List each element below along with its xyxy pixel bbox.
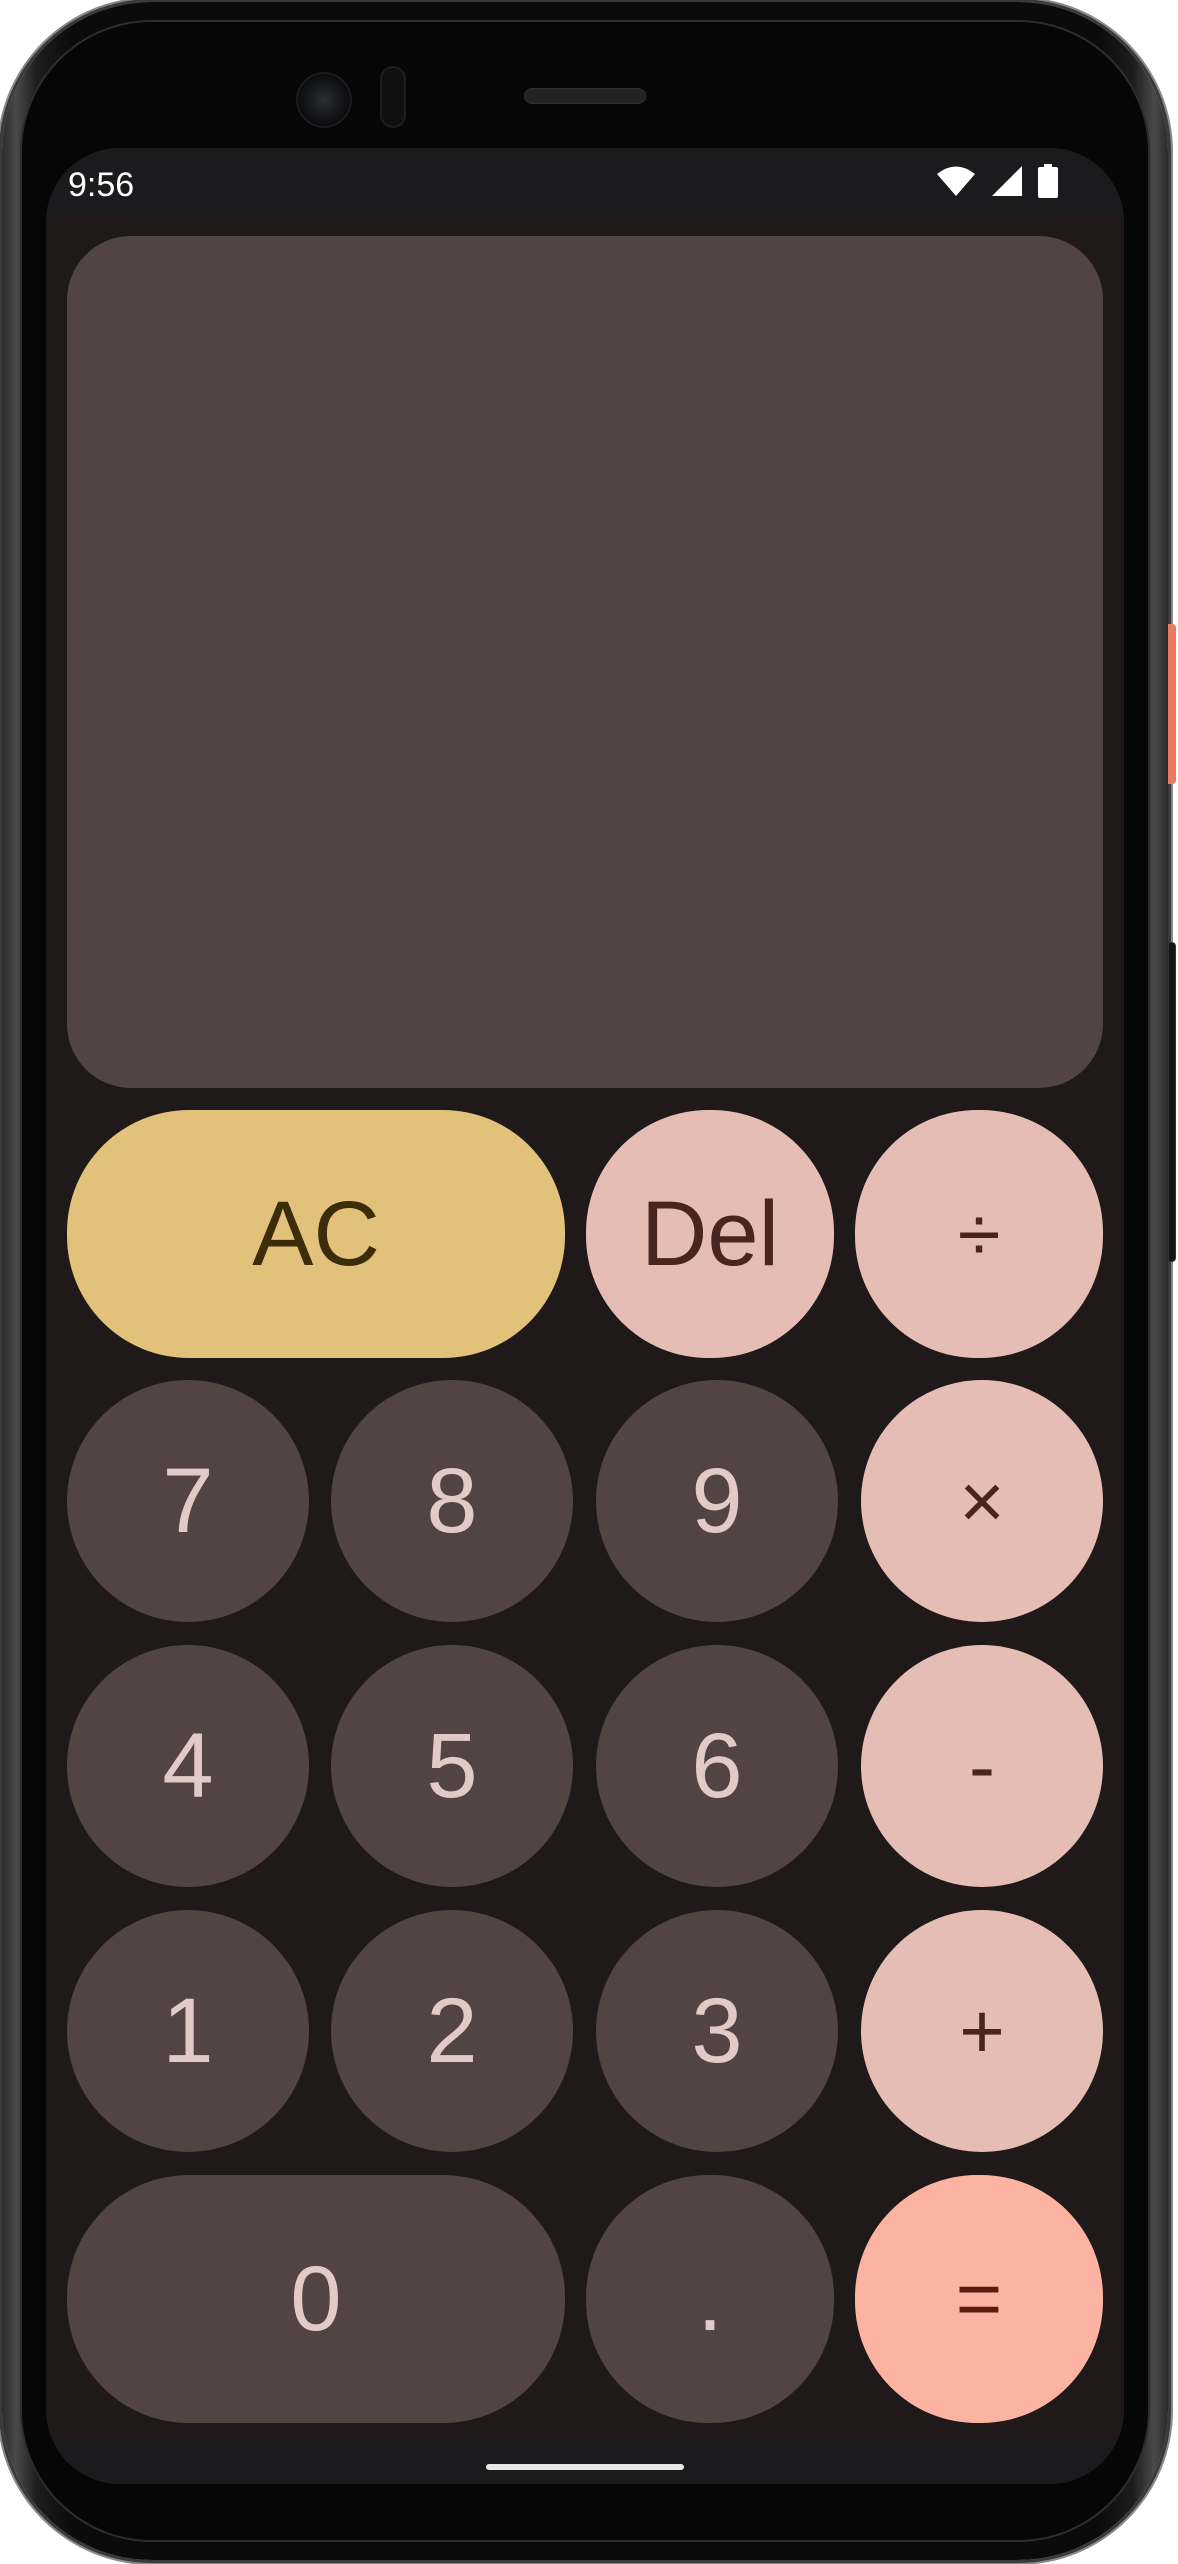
navigation-bar [46,2438,1124,2484]
digit-8-button[interactable]: 8 [331,1380,573,1622]
calculator-display [67,236,1103,1088]
clear-button[interactable]: AC [67,1110,565,1358]
add-button[interactable]: + [861,1910,1103,2152]
digit-4-button[interactable]: 4 [67,1645,309,1887]
status-bar: 9:56 [46,148,1124,218]
digit-6-button[interactable]: 6 [596,1645,838,1887]
equals-button[interactable]: = [855,2175,1103,2423]
battery-icon [1038,164,1058,198]
digit-2-label: 2 [426,1980,478,2082]
digit-3-label: 3 [691,1980,743,2082]
digit-4-label: 4 [162,1715,214,1817]
digit-1-button[interactable]: 1 [67,1910,309,2152]
digit-5-button[interactable]: 5 [331,1645,573,1887]
digit-0-button[interactable]: 0 [67,2175,565,2423]
status-icons [936,164,1058,198]
digit-6-label: 6 [691,1715,743,1817]
volume-button [1168,942,1176,1262]
power-button [1168,624,1176,784]
multiply-button[interactable]: × [861,1380,1103,1622]
digit-7-button[interactable]: 7 [67,1380,309,1622]
calculator-screen: 9:56 AC Del ÷ 7 8 9 × 4 5 6 - 1 2 3 + 0 … [46,148,1124,2484]
digit-8-label: 8 [426,1450,478,1552]
earpiece-speaker [524,88,646,104]
add-label: + [959,1987,1005,2075]
wifi-icon [936,165,976,197]
home-gesture-handle[interactable] [486,2464,684,2470]
clear-label: AC [252,1183,380,1285]
digit-7-label: 7 [162,1450,214,1552]
front-camera-icon [296,72,352,128]
status-time: 9:56 [68,166,135,204]
delete-label: Del [640,1183,780,1285]
divide-label: ÷ [957,1190,1001,1278]
digit-5-label: 5 [426,1715,478,1817]
subtract-label: - [969,1722,995,1810]
proximity-sensor-icon [380,66,406,128]
digit-3-button[interactable]: 3 [596,1910,838,2152]
digit-1-label: 1 [162,1980,214,2082]
decimal-button[interactable]: . [586,2175,834,2423]
equals-label: = [955,2254,1003,2343]
cell-signal-icon [990,165,1024,197]
subtract-button[interactable]: - [861,1645,1103,1887]
decimal-label: . [697,2248,723,2350]
delete-button[interactable]: Del [586,1110,834,1358]
divide-button[interactable]: ÷ [855,1110,1103,1358]
multiply-label: × [959,1457,1005,1545]
digit-9-label: 9 [691,1450,743,1552]
digit-9-button[interactable]: 9 [596,1380,838,1622]
digit-0-label: 0 [290,2248,342,2350]
digit-2-button[interactable]: 2 [331,1910,573,2152]
